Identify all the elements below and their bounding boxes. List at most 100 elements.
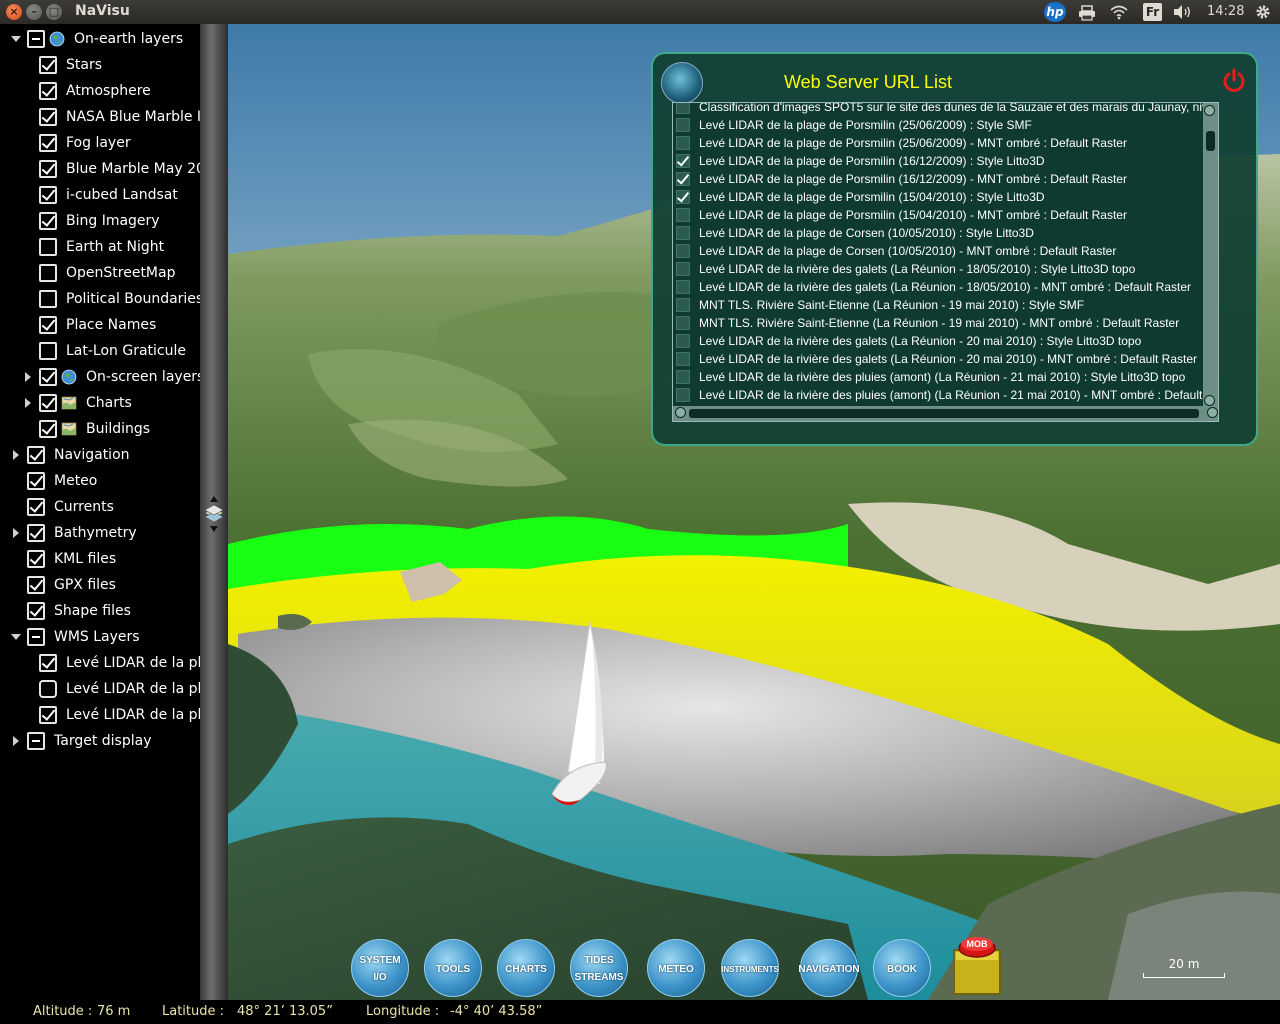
layer-row[interactable]: On-earth layers xyxy=(0,26,200,52)
layer-checkbox[interactable] xyxy=(39,82,57,100)
meteo-button[interactable]: METEO xyxy=(647,939,705,997)
layer-checkbox[interactable] xyxy=(39,420,57,438)
wms-list-item[interactable]: Levé LIDAR de la rivière des galets (La … xyxy=(673,278,1203,296)
expanded-arrow-icon[interactable] xyxy=(11,34,21,44)
scroll-left-button[interactable] xyxy=(675,407,686,418)
layer-row[interactable]: NASA Blue Marble Image xyxy=(0,104,200,130)
wms-list-item[interactable]: Levé LIDAR de la plage de Porsmilin (15/… xyxy=(673,206,1203,224)
layer-row[interactable]: Navigation xyxy=(0,442,200,468)
layer-checkbox[interactable] xyxy=(39,342,57,360)
wms-list-item[interactable]: Levé LIDAR de la rivière des pluies (amo… xyxy=(673,386,1203,404)
layer-checkbox[interactable] xyxy=(39,212,57,230)
layer-row[interactable]: Levé LIDAR de la plage xyxy=(0,702,200,728)
wms-item-checkbox[interactable] xyxy=(676,316,690,330)
wms-item-checkbox[interactable] xyxy=(676,172,690,186)
layer-row[interactable]: Fog layer xyxy=(0,130,200,156)
layer-checkbox[interactable] xyxy=(39,56,57,74)
close-power-icon[interactable] xyxy=(1221,68,1247,94)
navigation-button[interactable]: NAVIGATION xyxy=(798,939,860,997)
layer-row[interactable]: Blue Marble May 2004 xyxy=(0,156,200,182)
layer-checkbox[interactable] xyxy=(39,706,57,724)
layer-row[interactable]: On-screen layers xyxy=(0,364,200,390)
layer-checkbox[interactable] xyxy=(39,134,57,152)
clock[interactable]: 14:28 xyxy=(1207,4,1244,19)
wms-list-item[interactable]: Levé LIDAR de la plage de Corsen (10/05/… xyxy=(673,224,1203,242)
layer-checkbox[interactable] xyxy=(27,576,45,594)
layer-row[interactable]: Bing Imagery xyxy=(0,208,200,234)
layer-row[interactable]: Currents xyxy=(0,494,200,520)
hp-logo-icon[interactable]: hp xyxy=(1044,2,1066,22)
collapsed-arrow-icon[interactable] xyxy=(11,736,21,746)
tools-button[interactable]: TOOLS xyxy=(424,939,482,997)
minimize-window-button[interactable]: – xyxy=(26,4,42,20)
scrollbar-thumb[interactable] xyxy=(1206,131,1215,151)
wms-list-item[interactable]: Levé LIDAR de la plage de Porsmilin (16/… xyxy=(673,170,1203,188)
layer-checkbox[interactable] xyxy=(39,160,57,178)
layer-checkbox[interactable] xyxy=(27,472,45,490)
system-io-button[interactable]: SYSTEM I/O xyxy=(351,939,409,997)
wms-list-item[interactable]: Levé LIDAR de la plage de Porsmilin (16/… xyxy=(673,152,1203,170)
wms-item-checkbox[interactable] xyxy=(676,154,690,168)
layer-row[interactable]: Shape files xyxy=(0,598,200,624)
layer-row[interactable]: KML files xyxy=(0,546,200,572)
wms-list-item[interactable]: MNT TLS. Rivière Saint-Etienne (La Réuni… xyxy=(673,296,1203,314)
layer-checkbox[interactable] xyxy=(27,550,45,568)
book-button[interactable]: BOOK xyxy=(873,939,931,997)
layer-row[interactable]: Political Boundaries xyxy=(0,286,200,312)
layer-row[interactable]: i-cubed Landsat xyxy=(0,182,200,208)
layer-row[interactable]: OpenStreetMap xyxy=(0,260,200,286)
volume-icon[interactable] xyxy=(1172,4,1192,20)
layer-row[interactable]: Levé LIDAR de la plage xyxy=(0,650,200,676)
layer-row[interactable]: GPX files xyxy=(0,572,200,598)
layer-checkbox[interactable] xyxy=(27,498,45,516)
scroll-right-button[interactable] xyxy=(1207,407,1218,418)
layer-row[interactable]: Place Names xyxy=(0,312,200,338)
scrollbar-thumb[interactable] xyxy=(689,409,1199,418)
scroll-up-button[interactable] xyxy=(1204,105,1215,116)
wms-item-checkbox[interactable] xyxy=(676,226,690,240)
layer-checkbox[interactable] xyxy=(27,628,45,646)
layer-checkbox[interactable] xyxy=(39,264,57,282)
wms-item-checkbox[interactable] xyxy=(676,388,690,402)
scroll-down-button[interactable] xyxy=(1204,395,1215,406)
wms-list-item[interactable]: Levé LIDAR de la rivière des galets (La … xyxy=(673,332,1203,350)
wms-item-checkbox[interactable] xyxy=(676,352,690,366)
close-window-button[interactable]: × xyxy=(6,4,22,20)
wms-item-checkbox[interactable] xyxy=(676,298,690,312)
collapsed-arrow-icon[interactable] xyxy=(23,372,33,382)
layer-row[interactable]: Charts xyxy=(0,390,200,416)
layer-checkbox[interactable] xyxy=(27,30,45,48)
layer-row[interactable]: Meteo xyxy=(0,468,200,494)
list-vertical-scrollbar[interactable] xyxy=(1203,103,1218,408)
wms-item-checkbox[interactable] xyxy=(676,118,690,132)
layer-checkbox[interactable] xyxy=(27,446,45,464)
layer-checkbox[interactable] xyxy=(39,316,57,334)
collapsed-arrow-icon[interactable] xyxy=(11,528,21,538)
wms-list-item[interactable]: Classification d'images SPOT5 sur le sit… xyxy=(673,103,1203,116)
wms-item-checkbox[interactable] xyxy=(676,262,690,276)
tides-streams-button[interactable]: TIDES STREAMS xyxy=(570,939,628,997)
list-horizontal-scrollbar[interactable] xyxy=(673,406,1218,421)
wms-item-checkbox[interactable] xyxy=(676,334,690,348)
layer-row[interactable]: Target display xyxy=(0,728,200,754)
wms-item-checkbox[interactable] xyxy=(676,280,690,294)
keyboard-layout-indicator[interactable]: Fr xyxy=(1143,3,1162,21)
layer-checkbox[interactable] xyxy=(39,394,57,412)
layer-row[interactable]: Bathymetry xyxy=(0,520,200,546)
layer-row[interactable]: Lat-Lon Graticule xyxy=(0,338,200,364)
wms-item-checkbox[interactable] xyxy=(676,370,690,384)
layer-row[interactable]: Stars xyxy=(0,52,200,78)
layer-checkbox[interactable] xyxy=(39,680,57,698)
maximize-window-button[interactable]: □ xyxy=(46,4,62,20)
wms-list-item[interactable]: Levé LIDAR de la plage de Porsmilin (15/… xyxy=(673,188,1203,206)
wms-url-list[interactable]: Classification d'images SPOT5 sur le sit… xyxy=(672,102,1219,422)
wms-list-item[interactable]: Levé LIDAR de la rivière des galets (La … xyxy=(673,260,1203,278)
layer-checkbox[interactable] xyxy=(39,108,57,126)
collapsed-arrow-icon[interactable] xyxy=(11,450,21,460)
wms-item-checkbox[interactable] xyxy=(676,208,690,222)
wms-item-checkbox[interactable] xyxy=(676,244,690,258)
wms-item-checkbox[interactable] xyxy=(676,136,690,150)
charts-button[interactable]: CHARTS xyxy=(497,939,555,997)
wms-list-item[interactable]: Levé LIDAR de la plage de Porsmilin (25/… xyxy=(673,134,1203,152)
expanded-arrow-icon[interactable] xyxy=(11,632,21,642)
